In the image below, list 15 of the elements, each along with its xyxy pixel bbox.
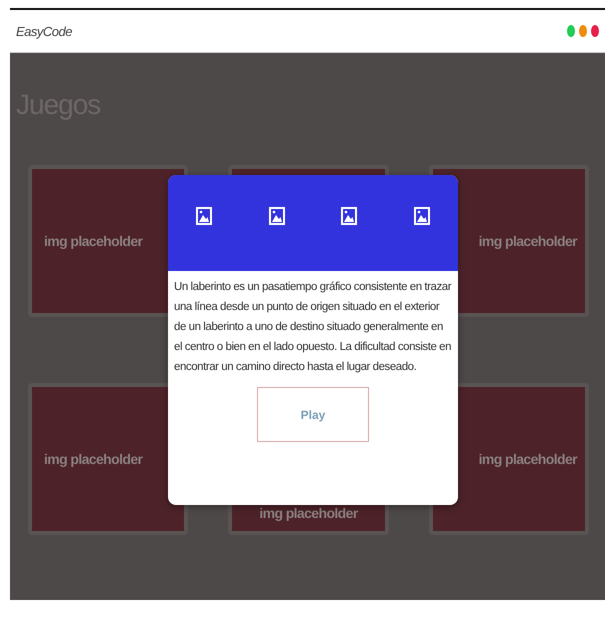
- play-button[interactable]: Play: [257, 387, 369, 442]
- window-control[interactable]: [579, 25, 587, 37]
- image-icon: [414, 207, 430, 225]
- card-image-label: img placeholder: [478, 451, 577, 467]
- image-icon: [196, 207, 212, 225]
- image-icon: [341, 207, 358, 225]
- card-image-label: img placeholder: [478, 233, 577, 249]
- window-control[interactable]: [567, 25, 575, 37]
- app-title: EasyCode: [16, 24, 72, 38]
- image-icon: [268, 207, 285, 225]
- game-card[interactable]: img placeholder: [28, 383, 188, 535]
- card-image-label: img placeholder: [44, 233, 142, 249]
- window-control[interactable]: [591, 25, 599, 37]
- card-image-label: img placeholder: [259, 505, 358, 521]
- card-image-label: img placeholder: [44, 451, 142, 467]
